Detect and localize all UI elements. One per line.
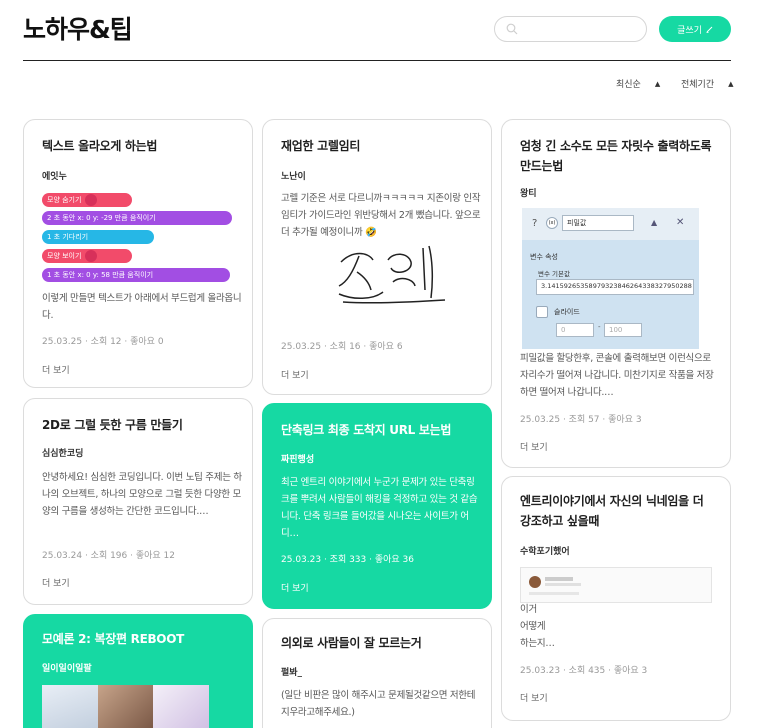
code-block: 모양 보이기	[42, 249, 132, 263]
shape-icon	[85, 194, 98, 206]
post-title[interactable]: 엄청 긴 소수도 모든 자릿수 출력하도록 만드는법	[520, 136, 716, 176]
read-more-link[interactable]: 더 보기	[42, 576, 70, 589]
code-block: 1 초 기다리기	[42, 230, 154, 244]
code-block-text: 1 초 동안 x: 0 y: 58 만큼 움직이기	[47, 271, 154, 279]
pencil-icon	[706, 26, 713, 33]
sort-period-label: 전체기간	[681, 80, 715, 90]
post-title[interactable]: 재업한 고렐임티	[281, 136, 477, 156]
post-author: 심심한코딩	[42, 449, 84, 459]
thumbnail-strip	[42, 685, 210, 728]
thumbnail-image	[97, 685, 154, 728]
post-title[interactable]: 의외로 사람들이 잘 모르는거	[281, 633, 477, 653]
thumbnail-image	[42, 685, 98, 728]
page-title: 노하우&팁	[23, 15, 133, 44]
code-block-text: 모양 숨기기	[47, 196, 82, 204]
read-more-link[interactable]: 더 보기	[281, 368, 309, 381]
post-author: 노난이	[281, 172, 306, 182]
post-meta: 25.03.23 · 소회 435 · 좋아요 3	[520, 666, 648, 676]
post-card[interactable]: 단축링크 최종 도착지 URL 보는법 짜핀행성 최근 엔트리 이야기에서 누군…	[262, 403, 492, 609]
range-separator: -	[598, 323, 601, 331]
post-author: 왕티	[520, 189, 537, 199]
post-card[interactable]: 텍스트 올라오게 하는법 에잇누 모양 숨기기 2 초 동안 x: 0 y: -…	[23, 119, 253, 388]
search-input[interactable]	[523, 21, 641, 38]
field-label: 변수 기본값	[538, 270, 570, 278]
code-block: 1 초 동안 x: 0 y: 58 만큼 움직이기	[42, 268, 230, 282]
search-box[interactable]	[494, 16, 647, 42]
read-more-link[interactable]: 더 보기	[42, 363, 70, 376]
code-block-text: 2 초 동안 x: 0 y: -29 만큼 움직이기	[47, 214, 156, 222]
post-excerpt: 안녕하세요! 심심한 코딩입니다. 이번 노팁 주제는 하나의 오브젝트, 하나…	[42, 472, 242, 517]
sort-period-dropdown[interactable]: 전체기간 ▲	[681, 77, 734, 91]
post-card[interactable]: 재업한 고렐임티 노난이 고렐 기준은 서로 다르니까ㅋㅋㅋㅋㅋ 지존이랑 인작…	[262, 119, 492, 395]
placeholder-line	[529, 592, 579, 595]
post-title[interactable]: 단축링크 최종 도착지 URL 보는법	[281, 420, 477, 440]
slider-label: 슬라이드	[554, 308, 580, 316]
post-author: 에잇누	[42, 172, 67, 182]
post-card[interactable]: 엄청 긴 소수도 모든 자릿수 출력하도록 만드는법 왕티 ? (x) 피밀값 …	[501, 119, 731, 468]
default-value-field: 3.14159265358979323846264338327950288	[536, 279, 694, 295]
post-meta: 25.03.24 · 소회 196 · 좋아요 12	[42, 551, 175, 561]
avatar	[529, 576, 541, 588]
search-icon	[506, 23, 518, 35]
variable-icon: (x)	[546, 217, 558, 229]
post-card[interactable]: 엔트리이야기에서 자신의 닉네임을 더 강조하고 싶을때 수학포기했어 이거 어…	[501, 476, 731, 721]
read-more-link[interactable]: 더 보기	[520, 440, 548, 453]
variable-name-field: 피밀값	[562, 215, 634, 231]
sort-order-label: 최신순	[616, 80, 641, 90]
post-author: 펄봐_	[281, 668, 303, 678]
post-card[interactable]: 의외로 사람들이 잘 모르는거 펄봐_ (일단 비판은 많이 해주시고 문제될것…	[262, 618, 492, 728]
slider-checkbox	[536, 306, 548, 318]
code-block: 모양 숨기기	[42, 193, 132, 207]
slider-min-field: 0	[556, 323, 594, 337]
post-excerpt: 최근 엔트리 이야기에서 누군가 문제가 있는 단축링크를 뿌려서 사람들이 해…	[281, 477, 478, 539]
triangle-up-icon: ▲	[654, 79, 661, 88]
placeholder-line	[545, 583, 581, 586]
thumbnail-image	[153, 685, 210, 728]
code-block-text: 1 초 기다리기	[47, 233, 89, 241]
post-excerpt: 고렐 기준은 서로 다르니까ㅋㅋㅋㅋㅋ 지존이랑 인작 임티가 가이드라인 위반…	[281, 193, 481, 238]
slider-max-field: 100	[604, 323, 642, 337]
header-divider	[23, 60, 731, 61]
post-excerpt: (일단 비판은 많이 해주시고 문제될것같으면 저한테 지우라고해주세요.)	[281, 690, 476, 718]
shape-icon	[85, 250, 98, 262]
post-meta: 25.03.25 · 조회 57 · 좋아요 3	[520, 415, 642, 425]
comment-screenshot-image	[520, 567, 712, 603]
code-blocks-image: 모양 숨기기 2 초 동안 x: 0 y: -29 만큼 움직이기 1 초 기다…	[42, 193, 242, 287]
code-block: 2 초 동안 x: 0 y: -29 만큼 움직이기	[42, 211, 232, 225]
help-icon: ?	[532, 218, 538, 229]
post-title[interactable]: 2D로 그럴 듯한 구름 만들기	[42, 415, 238, 435]
post-author: 짜핀행성	[281, 455, 315, 465]
post-title[interactable]: 모예론 2: 복장편 REBOOT	[42, 629, 238, 649]
post-meta: 25.03.25 · 소회 16 · 좋아요 6	[281, 342, 403, 352]
post-excerpt: 이렇게 만들면 텍스트가 아래에서 부드럽게 올라옵니다.	[42, 293, 242, 321]
post-meta: 25.03.23 · 조회 333 · 좋아요 36	[281, 555, 414, 565]
post-excerpt: 이거 어떻게 하는지…	[520, 604, 555, 649]
read-more-link[interactable]: 더 보기	[281, 581, 309, 594]
close-icon: ✕	[676, 217, 685, 228]
write-button[interactable]: 글쓰기	[659, 16, 731, 42]
post-author: 일이일이일팔	[42, 664, 92, 674]
post-card[interactable]: 모예론 2: 복장편 REBOOT 일이일이일팔	[23, 614, 253, 728]
post-title[interactable]: 엔트리이야기에서 자신의 닉네임을 더 강조하고 싶을때	[520, 491, 716, 531]
panel-section-title: 변수 속성	[530, 253, 558, 261]
post-title[interactable]: 텍스트 올라오게 하는법	[42, 136, 238, 156]
variable-property-panel: ? (x) 피밀값 ▲ ✕ 변수 속성 변수 기본값 3.14159265358…	[522, 208, 699, 349]
post-meta: 25.03.25 · 소회 12 · 좋아요 0	[42, 337, 164, 347]
code-block-text: 모양 보이기	[47, 252, 82, 260]
triangle-up-icon: ▲	[651, 218, 658, 227]
write-button-label: 글쓰기	[677, 25, 702, 36]
post-excerpt: 피밀값을 할당한후, 콘솔에 출력해보면 이런식으로 자리수가 떨어져 나갑니다…	[520, 353, 714, 398]
read-more-link[interactable]: 더 보기	[520, 691, 548, 704]
triangle-up-icon: ▲	[728, 79, 734, 88]
post-card[interactable]: 2D로 그럴 듯한 구름 만들기 심심한코딩 안녕하세요! 심심한 코딩입니다.…	[23, 398, 253, 605]
placeholder-line	[545, 577, 573, 581]
handwriting-image	[338, 245, 446, 304]
post-author: 수학포기했어	[520, 547, 570, 557]
sort-order-dropdown[interactable]: 최신순 ▲	[616, 77, 661, 91]
